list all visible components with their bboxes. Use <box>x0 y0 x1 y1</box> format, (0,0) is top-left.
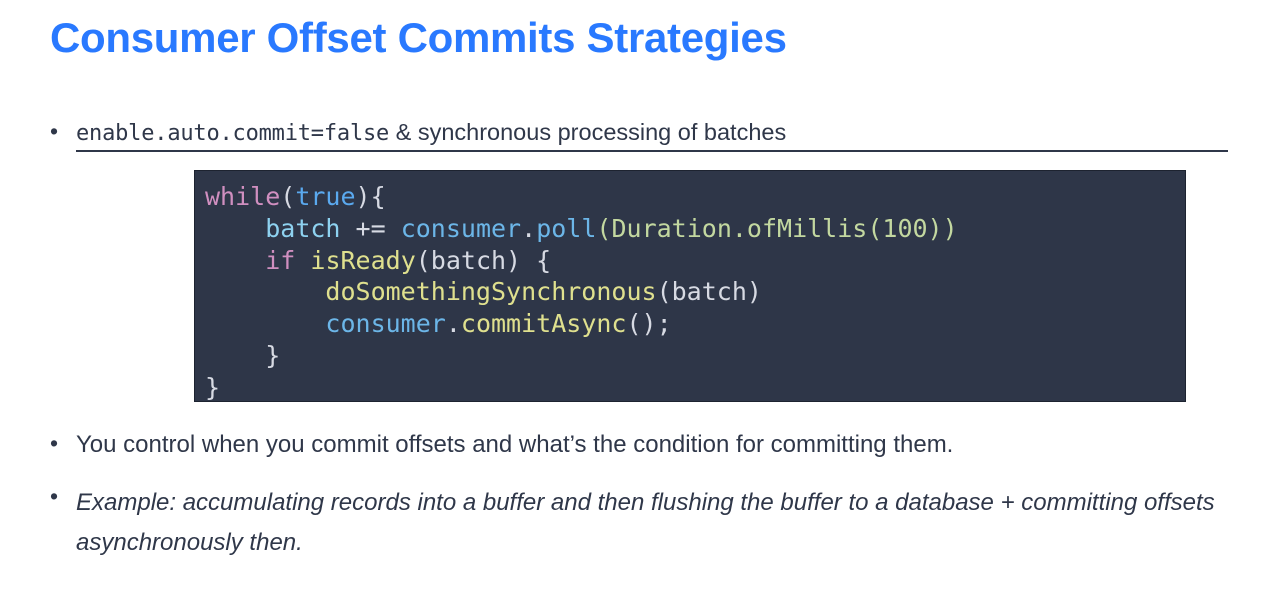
code-token-indent-l5 <box>205 309 325 338</box>
code-token-indent-l4 <box>205 277 325 306</box>
code-token-indent-l3 <box>205 246 265 275</box>
bullet-2-text: You control when you commit offsets and … <box>76 431 954 458</box>
code-token-boolean-true: true <box>295 182 356 211</box>
code-line-1: while(true){ <box>205 182 386 211</box>
code-token-type-duration: Duration.ofMillis(100) <box>611 213 943 243</box>
inline-code-config-key: enable.auto.commit=false <box>76 121 390 146</box>
bullet-item-2: • You control when you commit offsets an… <box>48 430 1248 460</box>
bullet-marker-icon: • <box>50 483 59 509</box>
code-line-4: doSomethingSynchronous(batch) <box>205 277 762 306</box>
bullet-marker-icon: • <box>50 118 59 144</box>
code-token-fn-dosomething: doSomethingSynchronous <box>325 277 657 307</box>
code-token-fn-commitasync: commitAsync <box>460 309 627 339</box>
code-token-obj-consumer-l5: consumer <box>325 309 446 339</box>
bullet-1-text: enable.auto.commit=false & synchronous p… <box>76 118 1228 152</box>
code-line-2: batch += consumer.poll(Duration.ofMillis… <box>205 213 958 243</box>
code-token-call-end-l5: (); <box>626 309 672 339</box>
bullet-item-3: • Example: accumulating records into a b… <box>48 483 1253 562</box>
code-token-operator-plus-eq: += <box>340 213 401 243</box>
code-token-brace-close-l7: } <box>205 372 221 402</box>
code-token-args-l4: (batch) <box>656 277 762 307</box>
code-line-6: } <box>205 341 280 370</box>
slide-root: Consumer Offset Commits Strategies • ena… <box>0 0 1270 592</box>
page-title: Consumer Offset Commits Strategies <box>50 14 787 61</box>
code-token-brace-open: ){ <box>355 182 386 211</box>
code-token-space-l3 <box>295 246 310 275</box>
code-line-3: if isReady(batch) { <box>205 246 551 275</box>
code-token-indent-l2 <box>205 214 265 243</box>
code-token-paren-open-l2: ( <box>596 213 612 243</box>
code-token-var-batch: batch <box>265 213 341 243</box>
code-token-obj-consumer-l2: consumer <box>400 213 522 243</box>
code-block: while(true){ batch += consumer.poll(Dura… <box>194 170 1186 402</box>
code-token-paren-close-l2: ) <box>942 213 958 243</box>
code-block-content: while(true){ batch += consumer.poll(Dura… <box>205 181 1185 402</box>
code-token-args-l3: (batch) { <box>415 245 552 275</box>
code-token-brace-close-l6: } <box>205 340 281 370</box>
code-token-keyword-if: if <box>265 245 296 275</box>
code-token-paren-open: ( <box>280 182 296 211</box>
code-token-fn-isready: isReady <box>310 245 416 275</box>
code-token-keyword-while: while <box>205 182 281 211</box>
code-line-7: } <box>205 372 221 402</box>
code-token-dot-l5: . <box>445 309 461 339</box>
bullet-item-1: • enable.auto.commit=false & synchronous… <box>48 118 1228 152</box>
code-line-5: consumer.commitAsync(); <box>205 309 672 339</box>
code-token-dot-l2: . <box>521 213 537 243</box>
bullet-3-text: Example: accumulating records into a buf… <box>76 489 1215 556</box>
bullet-marker-icon: • <box>50 430 59 456</box>
code-token-method-poll: poll <box>536 213 597 243</box>
bullet-1-suffix-text: & synchronous processing of batches <box>389 119 787 145</box>
